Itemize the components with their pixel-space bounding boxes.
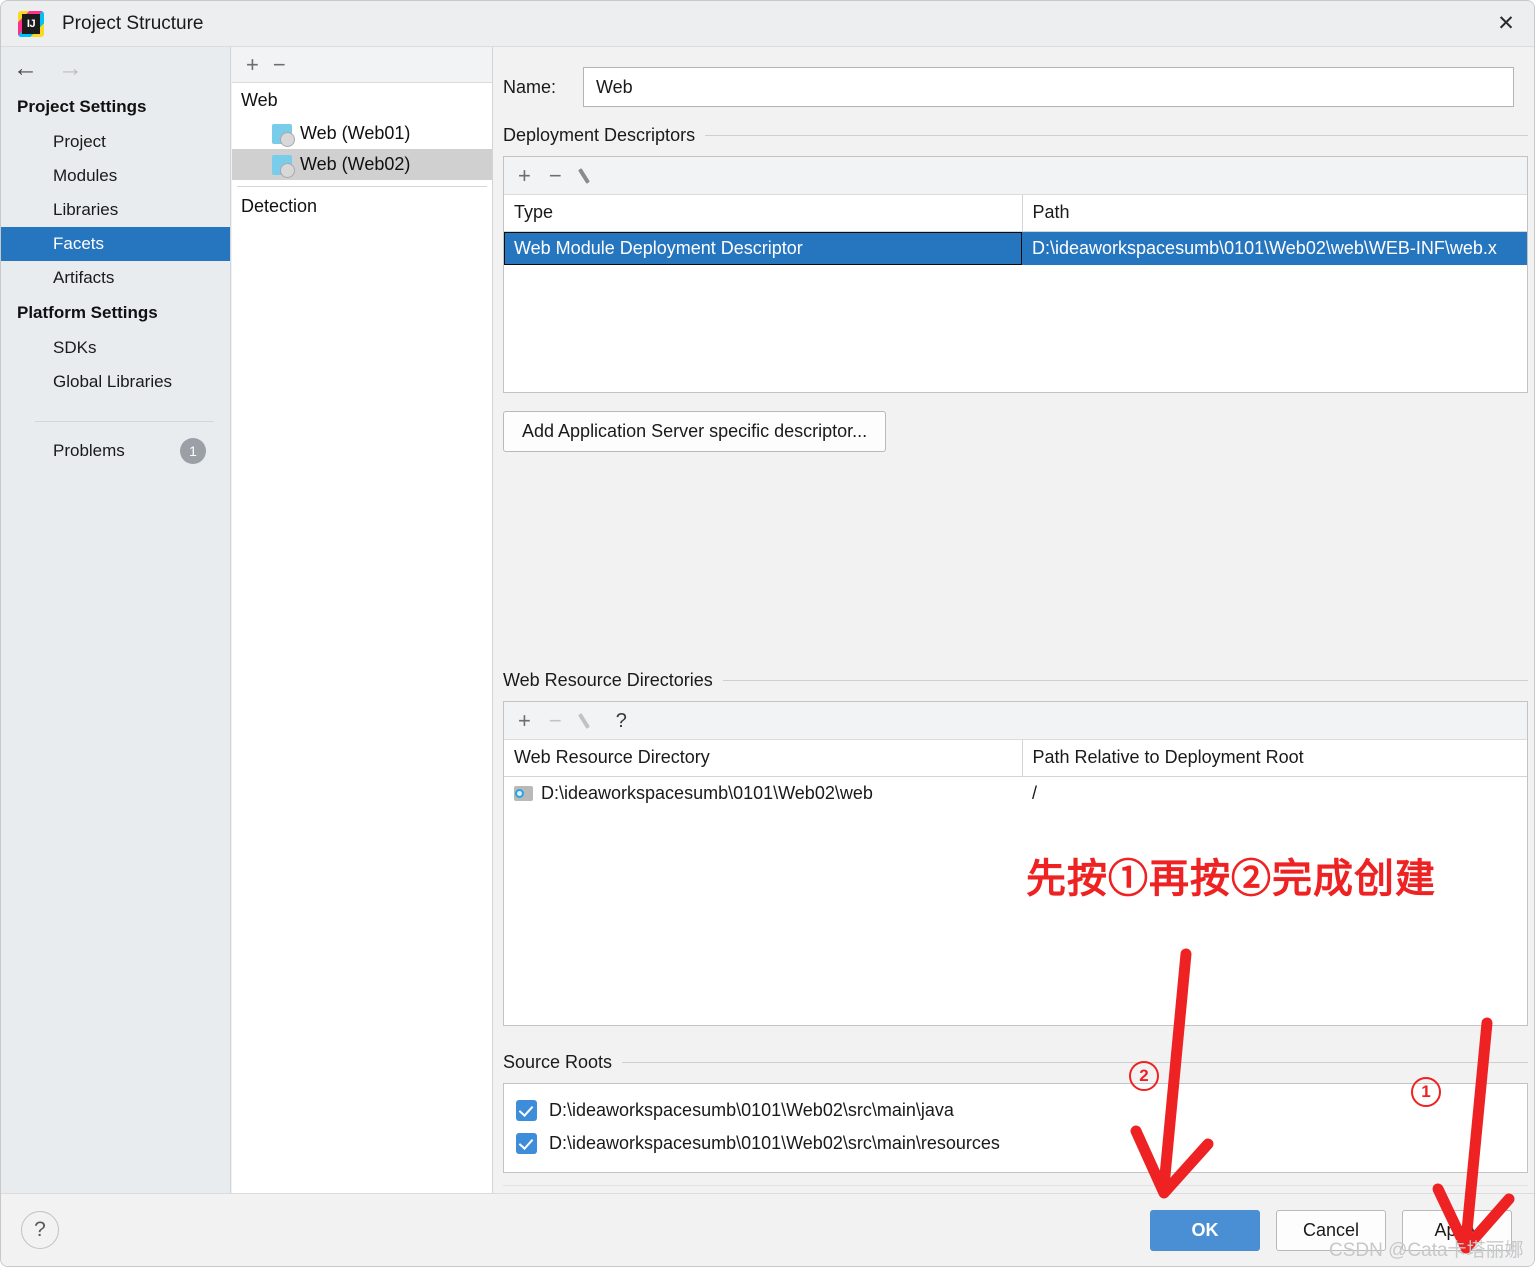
plus-icon[interactable]: +	[518, 709, 531, 732]
sidebar-group-project-settings: Project Settings	[17, 97, 147, 116]
web-resource-directories-toolbar: + − ?	[504, 702, 1527, 740]
sidebar-navigation: ← →	[1, 47, 230, 89]
sidebar-group-platform-settings: Platform Settings	[17, 303, 158, 322]
name-label: Name:	[503, 76, 557, 97]
checkbox-checked-icon[interactable]	[516, 1100, 537, 1121]
tree-section-detection[interactable]: Detection	[232, 187, 492, 224]
sidebar-item-modules[interactable]: Modules	[1, 159, 230, 193]
source-roots-panel: D:\ideaworkspacesumb\0101\Web02\src\main…	[503, 1083, 1528, 1173]
minus-icon[interactable]: −	[549, 164, 562, 187]
plus-icon[interactable]: +	[246, 53, 259, 76]
add-application-server-descriptor-button[interactable]: Add Application Server specific descript…	[503, 411, 887, 452]
web-resource-directories-group: Web Resource Directories + − ? Web Resou…	[503, 652, 1528, 1026]
web-resource-directories-table: Web Resource Directory Path Relative to …	[504, 740, 1527, 810]
web-resource-directories-empty-area	[504, 810, 1527, 1025]
web-resource-directories-panel: + − ? Web Resource Directory Path Relati…	[503, 701, 1528, 1026]
checkbox-checked-icon[interactable]	[516, 1133, 537, 1154]
cell-type: Web Module Deployment Descriptor	[504, 231, 1022, 265]
sidebar-item-facets[interactable]: Facets	[1, 227, 230, 261]
cell-directory-text: D:\ideaworkspacesumb\0101\Web02\web	[541, 783, 873, 803]
facets-tree-toolbar: + −	[232, 47, 492, 83]
dialog-footer: ? OK Cancel Apply	[1, 1193, 1534, 1266]
add-server-descriptor-wrap: Add Application Server specific descript…	[503, 411, 1534, 452]
cell-relative-path: /	[1032, 783, 1038, 803]
table-header-row: Type Path	[504, 195, 1527, 232]
web-resource-directories-title: Web Resource Directories	[503, 670, 1528, 691]
sidebar-item-artifacts[interactable]: Artifacts	[1, 261, 230, 295]
sidebar-item-libraries[interactable]: Libraries	[1, 193, 230, 227]
table-row[interactable]: D:\ideaworkspacesumb\0101\Web02\web /	[504, 777, 1527, 811]
apply-button[interactable]: Apply	[1402, 1209, 1512, 1251]
sidebar-item-global-libraries[interactable]: Global Libraries	[1, 365, 230, 399]
window-title: Project Structure	[62, 12, 204, 34]
tree-item-label: Web (Web01)	[300, 123, 411, 143]
tree-root-web[interactable]: Web	[232, 83, 492, 118]
column-header-web-resource-directory: Web Resource Directory	[504, 740, 1023, 777]
tree-item-web01[interactable]: Web (Web01)	[232, 118, 492, 149]
arrow-left-icon[interactable]: ←	[13, 55, 38, 81]
deployment-descriptors-panel: + − Type Path Web Module Deployment Desc…	[503, 156, 1528, 393]
deployment-descriptors-empty-area	[504, 265, 1527, 392]
deployment-descriptors-title: Deployment Descriptors	[503, 125, 1528, 146]
source-root-path: D:\ideaworkspacesumb\0101\Web02\src\main…	[549, 1133, 1000, 1153]
name-row: Name:	[494, 47, 1534, 107]
column-header-path: Path	[1022, 195, 1527, 232]
group-title-text: Source Roots	[503, 1052, 613, 1072]
source-roots-title: Source Roots	[503, 1052, 1528, 1073]
project-structure-dialog: Project Structure ✕ ← → Project Settings…	[0, 0, 1535, 1267]
table-row[interactable]: Web Module Deployment Descriptor D:\idea…	[504, 231, 1527, 265]
question-mark-icon[interactable]: ?	[21, 1211, 59, 1249]
sidebar: ← → Project Settings Project Modules Lib…	[1, 47, 231, 1193]
deployment-descriptors-toolbar: + −	[504, 157, 1527, 195]
facet-details-panel: Name: Deployment Descriptors + − Type	[494, 47, 1534, 1239]
problems-count-badge: 1	[180, 438, 206, 464]
minus-icon[interactable]: −	[549, 709, 562, 732]
cell-path: D:\ideaworkspacesumb\0101\Web02\web\WEB-…	[1022, 231, 1527, 265]
web-facet-icon	[272, 154, 295, 178]
table-header-row: Web Resource Directory Path Relative to …	[504, 740, 1527, 777]
sidebar-item-problems[interactable]: Problems 1	[1, 422, 230, 464]
ok-button[interactable]: OK	[1150, 1209, 1260, 1251]
group-title-text: Deployment Descriptors	[503, 125, 696, 145]
deployment-descriptors-table: Type Path Web Module Deployment Descript…	[504, 195, 1527, 265]
folder-icon	[514, 786, 533, 801]
question-mark-icon[interactable]: ?	[616, 711, 627, 731]
source-root-item-resources[interactable]: D:\ideaworkspacesumb\0101\Web02\src\main…	[504, 1127, 1527, 1160]
facet-name-input[interactable]	[583, 67, 1514, 107]
tree-item-web02[interactable]: Web (Web02)	[232, 149, 492, 180]
intellij-idea-icon	[18, 10, 44, 37]
column-header-relative-path: Path Relative to Deployment Root	[1022, 740, 1527, 777]
title-bar: Project Structure ✕	[1, 1, 1534, 47]
arrow-right-icon[interactable]: →	[58, 55, 83, 81]
deployment-descriptors-group: Deployment Descriptors + − Type Path Web…	[503, 107, 1528, 393]
sidebar-item-project[interactable]: Project	[1, 125, 230, 159]
dialog-buttons: OK Cancel Apply	[1150, 1209, 1512, 1251]
problems-label: Problems	[53, 441, 125, 460]
cancel-button[interactable]: Cancel	[1276, 1209, 1386, 1251]
minus-icon[interactable]: −	[273, 53, 286, 76]
pencil-icon[interactable]	[580, 167, 598, 185]
cell-directory: D:\ideaworkspacesumb\0101\Web02\web	[504, 777, 1022, 811]
facets-tree: Web Web (Web01) Web (Web02) Detection	[232, 83, 492, 224]
plus-icon[interactable]: +	[518, 164, 531, 187]
tree-item-label: Web (Web02)	[300, 154, 411, 174]
source-root-item-java[interactable]: D:\ideaworkspacesumb\0101\Web02\src\main…	[504, 1094, 1527, 1127]
column-header-type: Type	[504, 195, 1023, 232]
sidebar-item-sdks[interactable]: SDKs	[1, 331, 230, 365]
web-facet-icon	[272, 123, 295, 147]
group-title-text: Web Resource Directories	[503, 670, 713, 690]
close-icon[interactable]: ✕	[1478, 1, 1534, 46]
facets-tree-panel: + − Web Web (Web01) Web (Web02) Detectio…	[232, 47, 493, 1193]
pencil-icon[interactable]	[580, 712, 598, 730]
source-root-path: D:\ideaworkspacesumb\0101\Web02\src\main…	[549, 1100, 954, 1120]
